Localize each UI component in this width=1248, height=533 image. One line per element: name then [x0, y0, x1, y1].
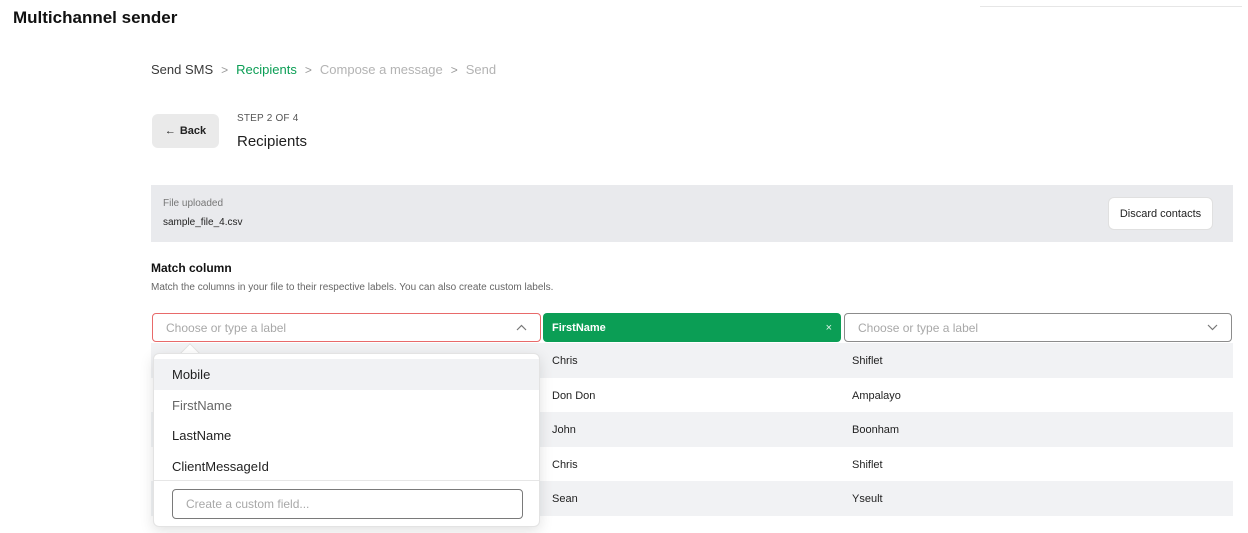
table-cell: Ampalayo — [852, 390, 901, 402]
step-indicator: STEP 2 OF 4 — [237, 113, 299, 124]
custom-field-input[interactable] — [172, 489, 523, 519]
match-column-heading: Match column — [151, 261, 232, 275]
table-cell: Yseult — [852, 493, 883, 505]
dropdown-option-lastname[interactable]: LastName — [154, 420, 539, 451]
table-cell: Shiflet — [852, 355, 883, 367]
file-upload-panel: File uploaded sample_file_4.csv Discard … — [151, 185, 1233, 242]
breadcrumb-separator-icon: > — [304, 62, 312, 77]
header-divider — [980, 6, 1242, 7]
column-2-label-select[interactable]: FirstName × — [543, 313, 841, 342]
table-cell: Chris — [552, 355, 578, 367]
table-cell: Boonham — [852, 424, 900, 436]
breadcrumb-separator-icon: > — [450, 62, 458, 77]
back-button-label: Back — [179, 125, 207, 137]
breadcrumb-recipients[interactable]: Recipients — [236, 62, 297, 77]
app-title: Multichannel sender — [13, 8, 178, 27]
arrow-left-icon: ← — [164, 125, 176, 137]
breadcrumb-send-sms[interactable]: Send SMS — [151, 62, 213, 77]
column-3-placeholder: Choose or type a label — [858, 320, 979, 335]
breadcrumb: Send SMS > Recipients > Compose a messag… — [151, 62, 496, 77]
page-title: Recipients — [237, 133, 308, 150]
label-dropdown-menu: Mobile FirstName LastName ClientMessageI… — [153, 353, 540, 527]
dropdown-option-mobile[interactable]: Mobile — [154, 359, 539, 390]
column-1-label-select[interactable]: Choose or type a label — [152, 313, 541, 342]
breadcrumb-compose-message: Compose a message — [319, 62, 443, 77]
discard-contacts-button[interactable]: Discard contacts — [1108, 197, 1213, 230]
file-name: sample_file_4.csv — [163, 217, 243, 228]
dropdown-option-firstname[interactable]: FirstName — [154, 390, 539, 421]
clear-icon[interactable]: × — [826, 322, 832, 334]
column-2-selected-value: FirstName — [552, 321, 606, 334]
match-column-description: Match the columns in your file to their … — [151, 282, 554, 293]
file-uploaded-label: File uploaded — [163, 198, 224, 209]
table-cell: Sean — [552, 493, 578, 505]
breadcrumb-separator-icon: > — [221, 62, 229, 77]
breadcrumb-send: Send — [465, 62, 497, 77]
dropdown-option-clientmessageid[interactable]: ClientMessageId — [154, 451, 539, 482]
back-button[interactable]: ← Back — [152, 114, 219, 148]
table-cell: Don Don — [552, 390, 596, 402]
dropdown-divider — [154, 480, 539, 481]
chevron-down-icon — [1207, 322, 1218, 334]
table-cell: Shiflet — [852, 459, 883, 471]
table-cell: John — [552, 424, 576, 436]
column-1-placeholder: Choose or type a label — [166, 320, 287, 335]
column-3-label-select[interactable]: Choose or type a label — [844, 313, 1232, 342]
chevron-up-icon — [516, 322, 527, 334]
table-cell: Chris — [552, 459, 578, 471]
